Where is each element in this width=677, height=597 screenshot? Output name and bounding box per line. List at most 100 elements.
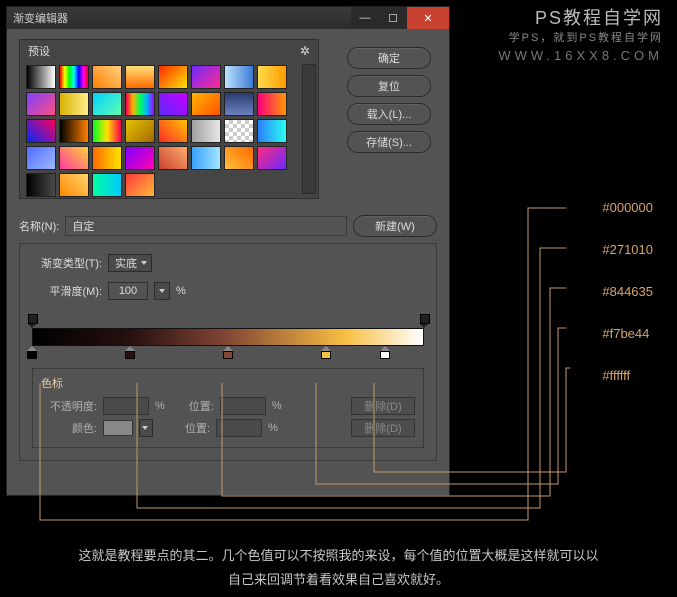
gradient-type-label: 渐变类型(T): <box>32 255 102 271</box>
color-dropdown-icon[interactable] <box>139 419 153 437</box>
preset-thumb[interactable] <box>59 119 89 143</box>
watermark-line1: PS教程自学网 <box>498 6 663 31</box>
preset-thumb[interactable] <box>191 92 221 116</box>
preset-thumb[interactable] <box>191 146 221 170</box>
load-button[interactable]: 载入(L)... <box>347 103 431 125</box>
close-button[interactable]: ✕ <box>407 7 449 29</box>
position-label: 位置: <box>189 398 214 414</box>
preset-thumb[interactable] <box>257 119 287 143</box>
preset-thumb[interactable] <box>92 92 122 116</box>
caption-line1: 这就是教程要点的其二。几个色值可以不按照我的来设，每个值的位置大概是这样就可以以 <box>18 544 659 569</box>
preset-thumb[interactable] <box>59 173 89 197</box>
preset-thumb[interactable] <box>224 92 254 116</box>
stops-title: 色标 <box>41 375 415 391</box>
preset-thumb[interactable] <box>125 119 155 143</box>
opacity-position-field[interactable] <box>220 397 266 415</box>
preset-thumb[interactable] <box>59 146 89 170</box>
preset-thumb[interactable] <box>26 65 56 89</box>
color-position-field[interactable] <box>216 419 262 437</box>
preset-thumb[interactable] <box>158 65 188 89</box>
gradient-bar-area <box>32 314 424 362</box>
position-unit: % <box>272 400 282 412</box>
preset-thumb[interactable] <box>26 173 56 197</box>
gradient-type-select[interactable]: 实底 <box>108 254 152 272</box>
color-stop[interactable] <box>27 346 37 360</box>
preset-thumb[interactable] <box>92 65 122 89</box>
preset-thumb[interactable] <box>92 146 122 170</box>
smoothness-unit: % <box>176 285 186 297</box>
watermark: PS教程自学网 学PS，就到PS教程自学网 WWW.16XX8.COM <box>498 6 663 65</box>
reset-button[interactable]: 复位 <box>347 75 431 97</box>
preset-thumb[interactable] <box>191 119 221 143</box>
ok-button[interactable]: 确定 <box>347 47 431 69</box>
dialog-buttons: 确定 复位 载入(L)... 存储(S)... <box>347 47 431 153</box>
preset-thumb[interactable] <box>125 146 155 170</box>
opacity-stop[interactable] <box>28 314 36 326</box>
annotation-color-1: #271010 <box>602 242 653 257</box>
preset-thumbs <box>20 61 318 203</box>
opacity-unit: % <box>155 400 165 412</box>
annotation-color-4: #ffffff <box>602 368 653 383</box>
color-stop[interactable] <box>321 346 331 360</box>
preset-thumb[interactable] <box>158 92 188 116</box>
presets-scrollbar[interactable] <box>302 64 316 194</box>
gradient-bar[interactable] <box>32 328 424 346</box>
color-label: 颜色: <box>41 420 97 436</box>
preset-thumb[interactable] <box>158 146 188 170</box>
preset-thumb[interactable] <box>224 65 254 89</box>
window-title: 渐变编辑器 <box>13 10 68 26</box>
preset-thumb[interactable] <box>59 92 89 116</box>
preset-thumb[interactable] <box>125 65 155 89</box>
preset-thumb[interactable] <box>26 146 56 170</box>
color-swatch[interactable] <box>103 420 133 436</box>
gradient-settings-panel: 渐变类型(T): 实底 平滑度(M): % 色标 不透明度: <box>19 243 437 461</box>
presets-panel: 预设 ✲ <box>19 39 319 199</box>
stops-group: 色标 不透明度: % 位置: % 删除(D) 颜色: 位置: % <box>32 368 424 448</box>
color-stop[interactable] <box>125 346 135 360</box>
preset-thumb[interactable] <box>125 173 155 197</box>
annotation-color-3: #f7be44 <box>602 326 653 341</box>
smoothness-input[interactable] <box>108 282 148 300</box>
watermark-line3: WWW.16XX8.COM <box>498 47 663 65</box>
minimize-button[interactable]: — <box>351 7 379 29</box>
save-button[interactable]: 存储(S)... <box>347 131 431 153</box>
preset-thumb[interactable] <box>92 119 122 143</box>
new-button[interactable]: 新建(W) <box>353 215 437 237</box>
annotation-color-2: #844635 <box>602 284 653 299</box>
preset-thumb[interactable] <box>92 173 122 197</box>
color-stop[interactable] <box>223 346 233 360</box>
delete-opacity-stop-button[interactable]: 删除(D) <box>351 397 415 415</box>
name-input[interactable] <box>65 216 347 236</box>
preset-thumb[interactable] <box>26 119 56 143</box>
color-stop[interactable] <box>380 346 390 360</box>
preset-thumb[interactable] <box>224 119 254 143</box>
caption: 这就是教程要点的其二。几个色值可以不按照我的来设，每个值的位置大概是这样就可以以… <box>0 544 677 593</box>
annotation-color-0: #000000 <box>602 200 653 215</box>
color-position-label: 位置: <box>185 420 210 436</box>
annotation-labels: #000000 #271010 #844635 #f7be44 #ffffff <box>602 200 653 383</box>
smoothness-label: 平滑度(M): <box>32 283 102 299</box>
presets-gear-icon[interactable]: ✲ <box>300 44 310 58</box>
preset-thumb[interactable] <box>59 65 89 89</box>
preset-thumb[interactable] <box>224 146 254 170</box>
preset-thumb[interactable] <box>191 65 221 89</box>
preset-thumb[interactable] <box>257 146 287 170</box>
preset-thumb[interactable] <box>158 119 188 143</box>
preset-thumb[interactable] <box>26 92 56 116</box>
delete-color-stop-button[interactable]: 删除(D) <box>351 419 415 437</box>
color-position-unit: % <box>268 422 278 434</box>
opacity-field[interactable] <box>103 397 149 415</box>
preset-thumb[interactable] <box>125 92 155 116</box>
window-controls: — ☐ ✕ <box>351 7 449 29</box>
caption-line2: 自己来回调节着看效果自己喜欢就好。 <box>18 568 659 593</box>
preset-thumb[interactable] <box>257 65 287 89</box>
maximize-button[interactable]: ☐ <box>379 7 407 29</box>
opacity-label: 不透明度: <box>41 398 97 414</box>
smoothness-dropdown-icon[interactable] <box>154 282 170 300</box>
presets-header: 预设 <box>28 43 50 59</box>
opacity-stop[interactable] <box>420 314 428 326</box>
titlebar[interactable]: 渐变编辑器 — ☐ ✕ <box>7 7 449 29</box>
preset-thumb[interactable] <box>257 92 287 116</box>
name-label: 名称(N): <box>19 218 59 234</box>
gradient-editor-window: 渐变编辑器 — ☐ ✕ 预设 ✲ 确定 复位 载入(L)... 存储(S)... <box>6 6 450 496</box>
